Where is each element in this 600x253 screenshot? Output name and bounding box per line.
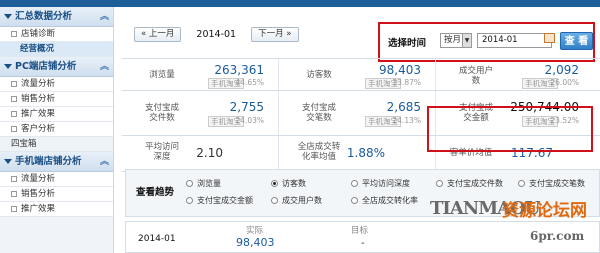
bullet-icon: [11, 110, 17, 117]
metric-percent: 24.13%: [392, 116, 421, 125]
bullet-icon: [11, 205, 17, 212]
metric-avg-depth: 平均访问深度 2.10: [122, 136, 279, 171]
bullet-icon: [11, 80, 17, 87]
metric-percent: 44.65%: [235, 78, 264, 87]
sidebar-section-pc[interactable]: PC端店铺分析 ︽: [0, 57, 113, 77]
highlight-box: [427, 106, 593, 152]
bullet-icon: [11, 190, 17, 197]
period-select[interactable]: 按月 ▼: [440, 33, 472, 48]
target-value: -: [361, 238, 365, 249]
metric-value: 2.10: [196, 146, 223, 160]
sidebar-item-business-overview[interactable]: 经营概况: [0, 42, 113, 57]
metric-items-sold: 支付宝成交件数 2,755 手机淘宝 24.03%: [122, 91, 279, 135]
sidebar-item-mobile-promotion[interactable]: 推广效果: [0, 202, 113, 217]
radio-icon[interactable]: [351, 180, 358, 187]
metric-buyers: 成交用户数 2,092 手机淘宝 26.00%: [436, 59, 593, 90]
metric-label: 访客数: [306, 70, 332, 80]
sidebar-item-toolbox[interactable]: 四宝箱: [0, 137, 113, 152]
trend-option-orders[interactable]: 支付宝成交笔数: [518, 178, 585, 189]
sidebar-section-summary[interactable]: 汇总数据分析 ︽: [0, 7, 113, 27]
sidebar-item-traffic[interactable]: 流量分析: [0, 77, 113, 92]
month-navigator: « 上一月 2014-01 下一月 »: [134, 26, 299, 43]
trend-option-page-views[interactable]: 浏览量: [186, 178, 221, 189]
trend-label: 查看趋势: [136, 187, 175, 198]
dropdown-arrow-icon[interactable]: ▼: [462, 34, 471, 47]
metric-label: 浏览量: [149, 70, 175, 80]
sidebar-item-customers[interactable]: 客户分析: [0, 122, 113, 137]
metric-label: 全店成交转化率均值: [297, 142, 341, 162]
metric-value: 2,755: [229, 100, 264, 114]
sidebar: 汇总数据分析 ︽ 店铺诊断 经营概况 PC端店铺分析 ︽ 流量分析 销售分析 推广效…: [0, 7, 114, 253]
search-button[interactable]: 查 看: [560, 32, 593, 50]
summary-row: 2014-01 实际 98,403 目标 -: [125, 221, 600, 253]
collapse-triangle-icon: [4, 64, 12, 69]
trend-option-avg-depth[interactable]: 平均访问深度: [351, 178, 410, 189]
metric-value: 2,685: [386, 100, 421, 114]
trend-selector: 查看趋势 浏览量 访客数 平均访问深度 支付宝成交件数 支付宝成交笔数 支付宝成…: [125, 169, 600, 217]
metric-label: 平均访问深度: [144, 142, 179, 162]
chevron-down-icon[interactable]: ︽: [100, 152, 109, 172]
metric-page-views: 浏览量 263,361 手机淘宝 44.65%: [122, 59, 279, 90]
actual-value: 98,403: [236, 236, 275, 249]
metric-label: 支付宝成交件数: [144, 103, 179, 123]
sidebar-item-mobile-traffic[interactable]: 流量分析: [0, 172, 113, 187]
trend-option-sales-amount[interactable]: 支付宝成交金额: [186, 195, 253, 206]
current-month: 2014-01: [196, 29, 237, 40]
chevron-down-icon[interactable]: ︽: [100, 57, 109, 77]
radio-icon[interactable]: [518, 180, 525, 187]
metric-value: 263,361: [214, 63, 264, 77]
bullet-icon: [11, 30, 17, 37]
radio-checked-icon[interactable]: [271, 180, 278, 187]
bullet-icon: [11, 175, 17, 182]
metric-percent: 24.03%: [235, 116, 264, 125]
time-filter-box: 选择时间 按月 ▼ 2014-01 查 看: [378, 22, 595, 62]
metric-value: 1.88%: [346, 146, 385, 160]
prev-month-button[interactable]: « 上一月: [134, 27, 182, 42]
metric-conversion-rate: 全店成交转化率均值 1.88%: [279, 136, 436, 171]
trend-option-buyers[interactable]: 成交用户数: [271, 195, 322, 206]
metric-value: 2,092: [544, 63, 579, 77]
calendar-icon[interactable]: [544, 33, 555, 43]
bullet-icon: [11, 95, 17, 102]
sidebar-item-shop-diagnosis[interactable]: 店铺诊断: [0, 27, 113, 42]
metric-visitors: 访客数 98,403 手机淘宝 33.87%: [279, 59, 436, 90]
next-month-button[interactable]: 下一月 »: [251, 27, 299, 42]
chevron-down-icon[interactable]: ︽: [100, 7, 109, 27]
metric-label: 支付宝成交笔数: [301, 103, 336, 123]
metric-orders: 支付宝成交笔数 2,685 手机淘宝 24.13%: [279, 91, 436, 135]
metric-value: 98,403: [379, 63, 421, 77]
metric-label: 成交用户数: [458, 66, 493, 86]
time-filter-label: 选择时间: [388, 38, 427, 49]
sidebar-section-mobile[interactable]: 手机端店铺分析 ︽: [0, 152, 113, 172]
trend-option-visitors[interactable]: 访客数: [271, 178, 306, 189]
top-header-bar: [0, 0, 600, 7]
bullet-icon: [11, 125, 17, 132]
actual-label: 实际: [246, 226, 264, 236]
metric-percent: 26.00%: [550, 78, 579, 87]
sidebar-item-promotion[interactable]: 推广效果: [0, 107, 113, 122]
collapse-triangle-icon: [4, 14, 12, 19]
trend-option-items-sold[interactable]: 支付宝成交件数: [436, 178, 503, 189]
radio-icon[interactable]: [186, 180, 193, 187]
collapse-triangle-icon: [4, 159, 12, 164]
radio-icon[interactable]: [351, 197, 358, 204]
sidebar-item-sales[interactable]: 销售分析: [0, 92, 113, 107]
trend-option-conversion[interactable]: 全店成交转化率: [351, 195, 418, 206]
radio-icon[interactable]: [436, 180, 443, 187]
target-label: 目标: [351, 226, 369, 236]
sidebar-item-mobile-sales[interactable]: 销售分析: [0, 187, 113, 202]
date-input[interactable]: 2014-01: [477, 33, 552, 48]
radio-icon[interactable]: [271, 197, 278, 204]
metrics-row: 浏览量 263,361 手机淘宝 44.65% 访客数 98,403 手机淘宝 …: [122, 59, 600, 91]
metric-percent: 33.87%: [392, 78, 421, 87]
radio-icon[interactable]: [186, 197, 193, 204]
summary-date: 2014-01: [138, 234, 176, 244]
